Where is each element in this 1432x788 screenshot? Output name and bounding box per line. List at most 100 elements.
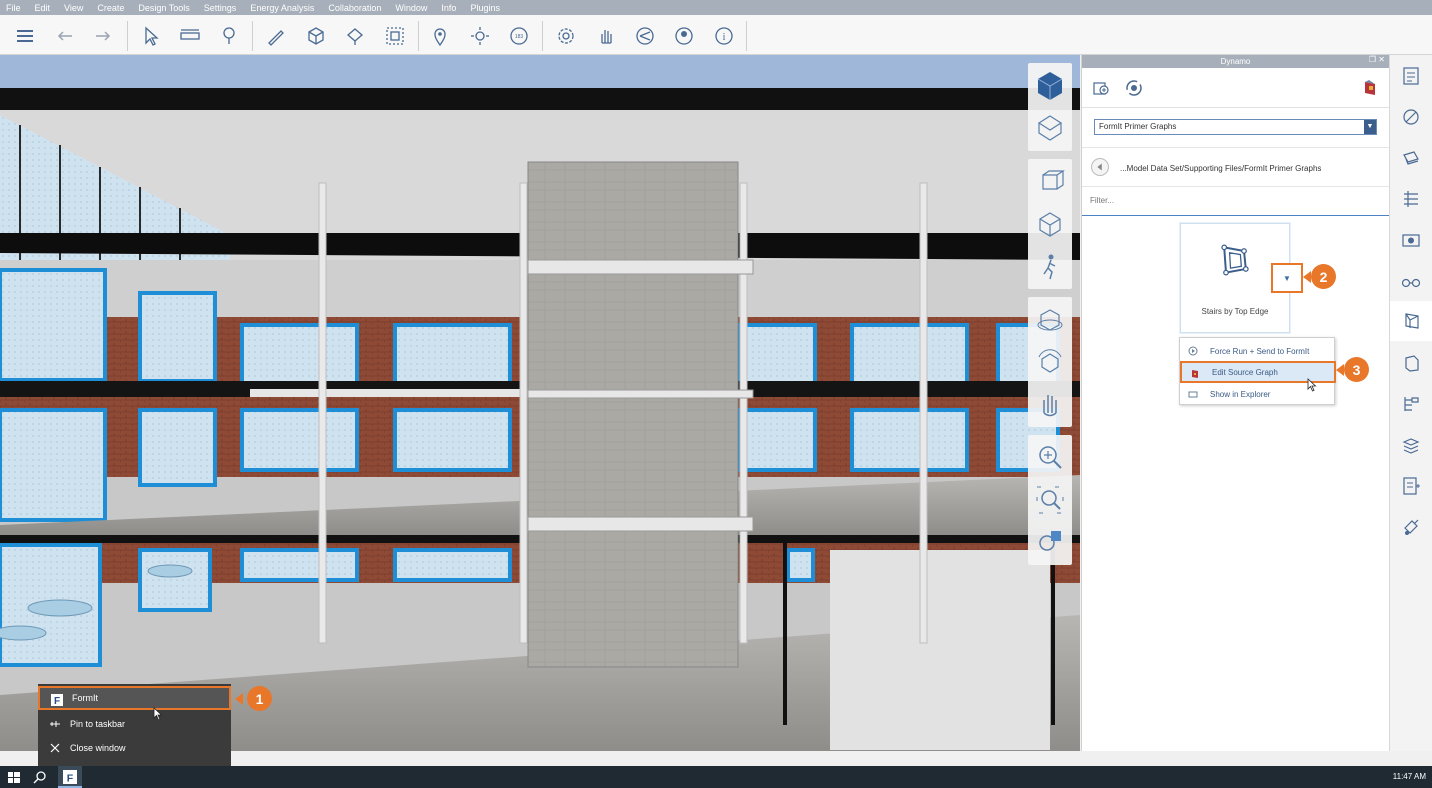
dynamo-logo-icon[interactable] xyxy=(1360,78,1380,98)
directory-dropdown-value: FormIt Primer Graphs xyxy=(1099,122,1177,131)
zoom-extents-icon[interactable] xyxy=(1028,521,1072,563)
mouse-cursor-icon xyxy=(1307,378,1317,392)
menu-item-label: Force Run + Send to FormIt xyxy=(1210,346,1310,356)
sketch-pencil-icon[interactable] xyxy=(263,23,289,49)
undo-icon[interactable] xyxy=(52,23,78,49)
windows-start-icon[interactable] xyxy=(6,769,22,785)
location-icon[interactable] xyxy=(427,23,453,49)
filter-field[interactable] xyxy=(1082,187,1390,216)
view-orbit-icon[interactable] xyxy=(1028,107,1072,149)
navigation-group xyxy=(1028,297,1072,427)
view-cube-icon[interactable] xyxy=(1028,65,1072,107)
menu-edit[interactable]: Edit xyxy=(35,3,51,13)
jumplist-label: Close window xyxy=(70,743,126,753)
back-arrow-icon[interactable] xyxy=(1091,158,1109,176)
menu-file[interactable]: File xyxy=(6,3,21,13)
pin-icon xyxy=(50,721,60,727)
graph-tile-label: Stairs by Top Edge xyxy=(1201,307,1269,316)
directory-path-bar: ...Model Data Set/Supporting Files/FormI… xyxy=(1082,147,1390,187)
jumplist-label: Pin to taskbar xyxy=(70,719,126,729)
svg-text:183: 183 xyxy=(515,34,524,40)
layers-panel-icon[interactable] xyxy=(1398,145,1424,171)
orthographic-icon[interactable] xyxy=(1028,203,1072,245)
building-model-render xyxy=(0,55,1080,751)
folder-icon xyxy=(1188,391,1198,398)
callout-arrow xyxy=(1303,271,1311,283)
scenes-camera-icon[interactable] xyxy=(1398,227,1424,253)
menu-window[interactable]: Window xyxy=(395,3,427,13)
info-icon[interactable]: i xyxy=(711,23,737,49)
refresh-icon[interactable] xyxy=(1124,78,1144,98)
menu-plugins[interactable]: Plugins xyxy=(470,3,500,13)
materials-icon[interactable] xyxy=(1398,104,1424,130)
tile-options-dropdown[interactable]: ▼ xyxy=(1271,263,1303,293)
properties-icon[interactable] xyxy=(1398,63,1424,89)
plugins-icon[interactable] xyxy=(1398,514,1424,540)
user-icon[interactable] xyxy=(671,23,697,49)
visual-styles-glasses-icon[interactable] xyxy=(1398,268,1424,294)
taskbar-jump-list: F FormIt Pin to taskbar Close window xyxy=(38,684,231,766)
jumplist-item-formit[interactable]: F FormIt xyxy=(38,686,231,710)
redo-icon[interactable] xyxy=(90,23,116,49)
settings-icon[interactable] xyxy=(553,23,579,49)
jumplist-item-close[interactable]: Close window xyxy=(38,736,231,760)
new-graph-icon[interactable] xyxy=(1091,78,1111,98)
orbit-icon[interactable] xyxy=(1028,299,1072,341)
caret-down-icon: ▼ xyxy=(1283,273,1291,283)
panel-window-controls[interactable]: ❒ ✕ xyxy=(1369,55,1385,64)
menu-item-label: Edit Source Graph xyxy=(1212,367,1278,377)
levels-icon[interactable] xyxy=(1398,186,1424,212)
sun-icon[interactable] xyxy=(467,23,493,49)
directory-dropdown[interactable]: FormIt Primer Graphs ▼ xyxy=(1094,119,1377,135)
zoom-window-icon[interactable] xyxy=(1028,479,1072,521)
menu-create[interactable]: Create xyxy=(97,3,124,13)
menu-design-tools[interactable]: Design Tools xyxy=(138,3,189,13)
chevron-down-icon[interactable]: ▼ xyxy=(1364,120,1376,134)
search-icon[interactable] xyxy=(32,769,48,785)
layers-icon[interactable] xyxy=(12,23,38,49)
paint-icon[interactable] xyxy=(342,23,368,49)
speed-icon[interactable]: 183 xyxy=(506,23,532,49)
area-report-icon[interactable] xyxy=(1398,473,1424,499)
box-icon[interactable] xyxy=(303,23,329,49)
menu-view[interactable]: View xyxy=(64,3,83,13)
filter-input[interactable] xyxy=(1090,187,1380,213)
perspective-icon[interactable] xyxy=(1028,161,1072,203)
main-toolbar: 183 i xyxy=(0,15,1432,55)
view-cube-group xyxy=(1028,63,1072,151)
menu-collaboration[interactable]: Collaboration xyxy=(328,3,381,13)
3d-viewport[interactable] xyxy=(0,55,1080,751)
formit-taskbar-icon[interactable]: F xyxy=(58,766,82,788)
view-modes-group xyxy=(1028,159,1072,289)
zoom-group xyxy=(1028,435,1072,565)
look-around-icon[interactable] xyxy=(1028,341,1072,383)
select-icon[interactable] xyxy=(138,23,164,49)
right-panel-tabs xyxy=(1389,55,1432,751)
group-icon[interactable] xyxy=(382,23,408,49)
dynamo-panel: Dynamo ❒ ✕ FormIt Primer Graphs ▼ ...Mod… xyxy=(1081,55,1390,751)
dynamo-title: Dynamo xyxy=(1220,57,1251,66)
callout-badge-2: 2 xyxy=(1311,264,1336,289)
groups-icon[interactable] xyxy=(1398,350,1424,376)
content-library-icon[interactable] xyxy=(1398,432,1424,458)
jumplist-item-pin[interactable]: Pin to taskbar xyxy=(38,712,231,736)
dynamo-tab-icon[interactable] xyxy=(1390,301,1432,341)
callout-arrow xyxy=(235,693,243,705)
measure-icon[interactable] xyxy=(177,23,203,49)
hand-icon[interactable] xyxy=(593,23,619,49)
walk-icon[interactable] xyxy=(1028,245,1072,287)
hierarchy-icon[interactable] xyxy=(1398,391,1424,417)
share-icon[interactable] xyxy=(632,23,658,49)
tile-context-menu: Force Run + Send to FormIt Edit Source G… xyxy=(1179,337,1336,405)
zoom-icon[interactable] xyxy=(1028,437,1072,479)
close-icon xyxy=(50,743,60,753)
menu-settings[interactable]: Settings xyxy=(204,3,237,13)
menu-item-force-run[interactable]: Force Run + Send to FormIt xyxy=(1180,340,1336,362)
menu-info[interactable]: Info xyxy=(441,3,456,13)
pan-hand-icon[interactable] xyxy=(1028,383,1072,425)
bulb-icon[interactable] xyxy=(216,23,242,49)
dynamo-title-bar: Dynamo ❒ ✕ xyxy=(1082,55,1389,68)
system-clock[interactable]: 11:47 AM xyxy=(1393,772,1426,781)
svg-text:F: F xyxy=(54,696,60,706)
menu-energy-analysis[interactable]: Energy Analysis xyxy=(250,3,314,13)
